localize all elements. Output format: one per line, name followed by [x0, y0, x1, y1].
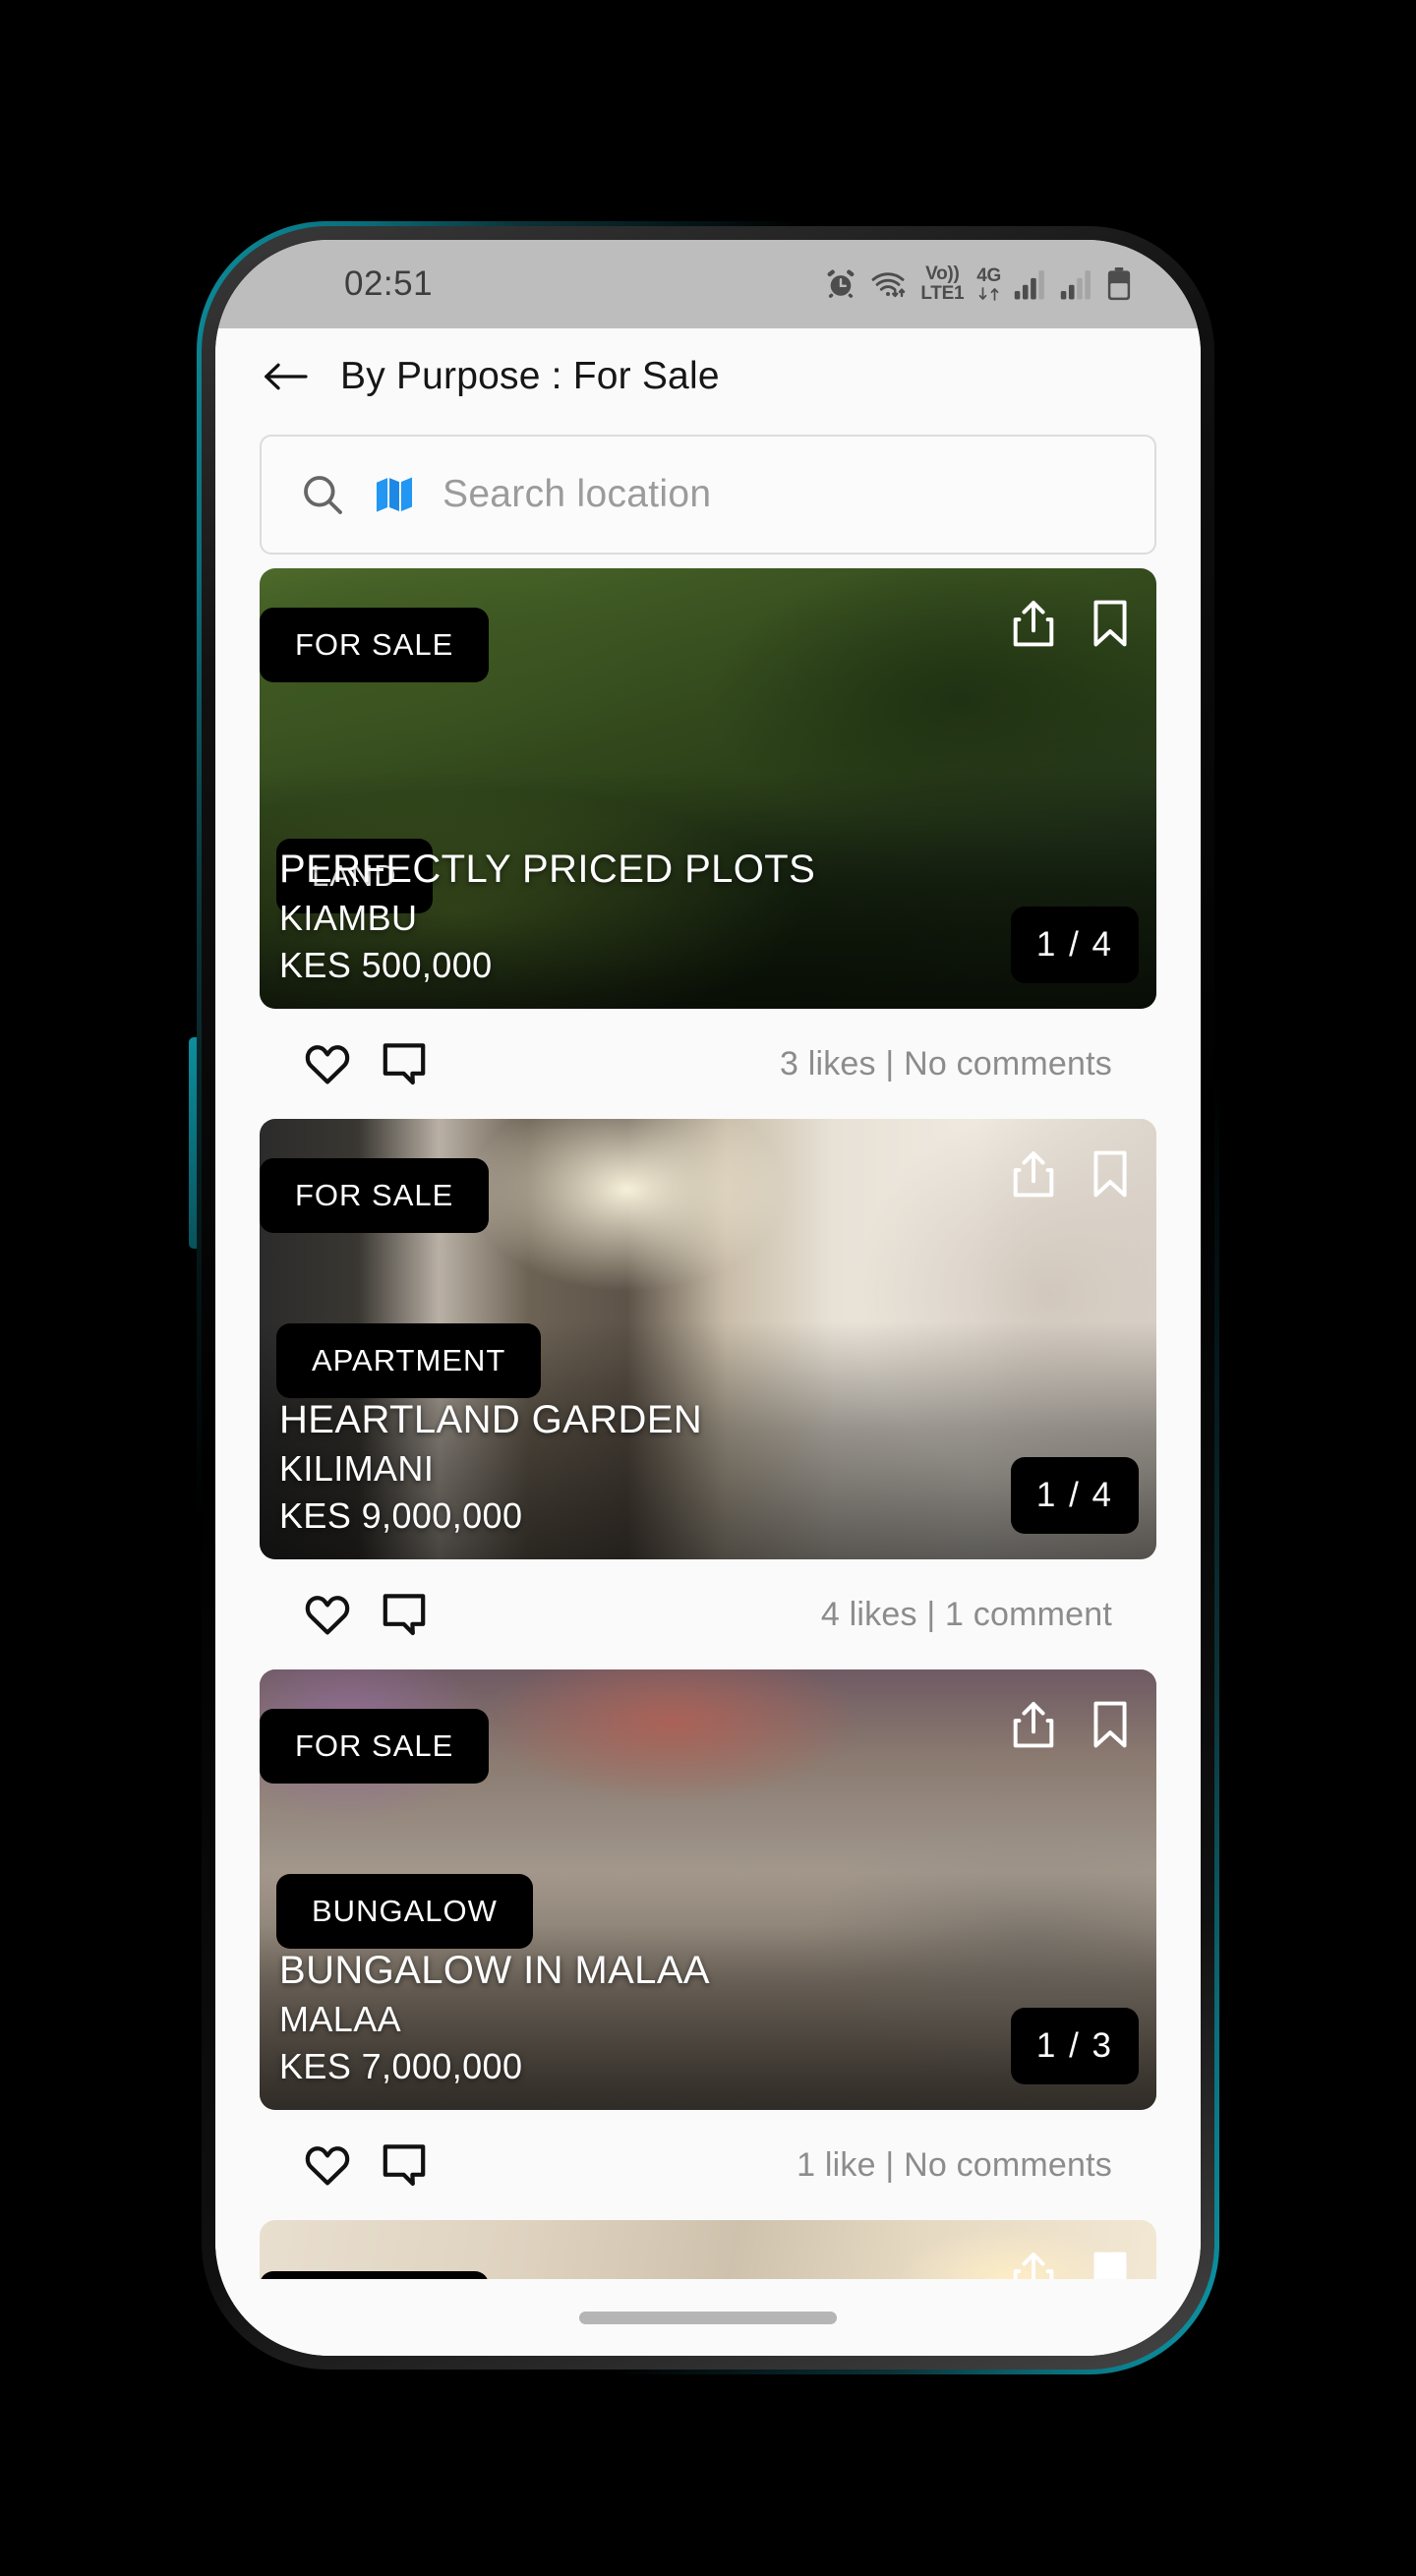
heart-icon[interactable] [304, 2143, 351, 2187]
listing-card[interactable]: FOR SALE BUNGALOW BUNGALOW IN MALAA MALA… [215, 1669, 1201, 2220]
image-counter-badge: 1 / 4 [1010, 907, 1139, 983]
phone-screen: 02:51 Vo)) LTE1 4G By Purpose: For Sale… [215, 240, 1201, 2356]
image-counter-badge: 1 / 3 [1010, 2008, 1139, 2084]
signal-1-icon [1014, 270, 1044, 300]
listing-price: KES 500,000 [279, 945, 493, 985]
volte-label-top: Vo)) [925, 263, 960, 284]
listing-details: BUNGALOW IN MALAA MALAA KES 7,000,000 [279, 1945, 710, 2090]
engagement-actions [304, 2142, 428, 2188]
listing-title: PERFECTLY PRICED PLOTS [279, 848, 816, 891]
listing-card[interactable]: FOR SALE APARTMENT HEARTLAND GARDEN KILI… [215, 1119, 1201, 1669]
search-placeholder: Search location [442, 473, 712, 515]
listing-photo[interactable]: FOR SALE BUNGALOW BUNGALOW IN MALAA MALA… [260, 1669, 1156, 2110]
engagement-actions [304, 1592, 428, 1637]
listing-location: KILIMANI [279, 1448, 435, 1489]
status-bar: 02:51 Vo)) LTE1 4G [215, 240, 1201, 328]
gesture-pill[interactable] [579, 2311, 837, 2324]
volte-label-bottom: LTE1 [920, 283, 965, 304]
page-title: By Purpose : For Sale [340, 355, 720, 397]
engagement-actions [304, 1041, 428, 1086]
bookmark-icon[interactable] [1090, 1699, 1131, 1750]
network-type-label: 4G [976, 265, 1001, 286]
bookmark-icon[interactable] [1090, 598, 1131, 649]
likes-comments-text: 4 likes | 1 comment [820, 1595, 1112, 1633]
listing-location: MALAA [279, 1999, 402, 2039]
status-badge: FOR SALE [260, 608, 490, 682]
back-arrow-icon[interactable] [263, 362, 309, 391]
type-badge: APARTMENT [276, 1323, 542, 1398]
listing-card[interactable]: FOR SALE LAND PERFECTLY PRICED PLOTS KIA… [215, 568, 1201, 1119]
status-bar-icons: Vo)) LTE1 4G [824, 264, 1132, 304]
listing-details: PERFECTLY PRICED PLOTS KIAMBU KES 500,00… [279, 844, 815, 989]
alarm-clock-icon [827, 269, 855, 298]
image-counter-badge: 1 / 4 [1010, 1457, 1139, 1534]
phone-bezel: 02:51 Vo)) LTE1 4G By Purpose: For Sale… [202, 226, 1214, 2370]
volte-icon: Vo)) LTE1 [920, 264, 964, 304]
listing-price: KES 9,000,000 [279, 1495, 523, 1536]
listing-stats-row: 3 likes | No comments [260, 1009, 1156, 1119]
likes-comments-text: 3 likes | No comments [779, 1044, 1112, 1083]
comment-icon[interactable] [381, 1041, 428, 1086]
comment-icon[interactable] [381, 2142, 428, 2188]
signal-2-icon [1060, 270, 1091, 300]
phone-frame: 02:51 Vo)) LTE1 4G By Purpose: For Sale… [197, 221, 1219, 2374]
listing-details: HEARTLAND GARDEN KILIMANI KES 9,000,000 [279, 1394, 702, 1540]
bookmark-icon[interactable] [1090, 1148, 1131, 1200]
map-icon[interactable] [372, 472, 417, 517]
likes-comments-text: 1 like | No comments [796, 2145, 1112, 2184]
wifi-icon [871, 272, 906, 298]
share-icon[interactable] [1011, 1699, 1056, 1750]
type-badge: BUNGALOW [276, 1874, 533, 1949]
listing-feed[interactable]: FOR SALE LAND PERFECTLY PRICED PLOTS KIA… [215, 568, 1201, 2328]
search-bar-container: Search location [215, 425, 1201, 568]
listing-photo[interactable]: FOR SALE LAND PERFECTLY PRICED PLOTS KIA… [260, 568, 1156, 1009]
heart-icon[interactable] [304, 1042, 351, 1085]
data-arrows-icon [977, 286, 1000, 302]
listing-price: KES 7,000,000 [279, 2046, 523, 2086]
listing-title: HEARTLAND GARDEN [279, 1398, 703, 1441]
listing-stats-row: 4 likes | 1 comment [260, 1559, 1156, 1669]
battery-icon [1107, 267, 1131, 301]
heart-icon[interactable] [304, 1593, 351, 1636]
listing-stats-row: 1 like | No comments [260, 2110, 1156, 2220]
screenshot-canvas: 02:51 Vo)) LTE1 4G By Purpose: For Sale… [0, 0, 1416, 2576]
comment-icon[interactable] [381, 1592, 428, 1637]
share-icon[interactable] [1011, 598, 1056, 649]
listing-location: KIAMBU [279, 898, 418, 938]
4g-icon: 4G [976, 266, 1001, 302]
photo-action-buttons [1011, 1148, 1131, 1200]
status-badge: FOR SALE [260, 1709, 490, 1784]
search-input[interactable]: Search location [260, 435, 1156, 555]
search-icon [304, 476, 342, 514]
listing-title: BUNGALOW IN MALAA [279, 1949, 710, 1992]
status-badge: FOR SALE [260, 1158, 490, 1233]
listing-photo[interactable]: FOR SALE APARTMENT HEARTLAND GARDEN KILI… [260, 1119, 1156, 1559]
status-bar-clock: 02:51 [344, 264, 434, 303]
photo-action-buttons [1011, 1699, 1131, 1750]
photo-action-buttons [1011, 598, 1131, 649]
share-icon[interactable] [1011, 1148, 1056, 1200]
gesture-nav-bar [215, 2279, 1201, 2356]
app-header: By Purpose : For Sale [215, 328, 1201, 425]
